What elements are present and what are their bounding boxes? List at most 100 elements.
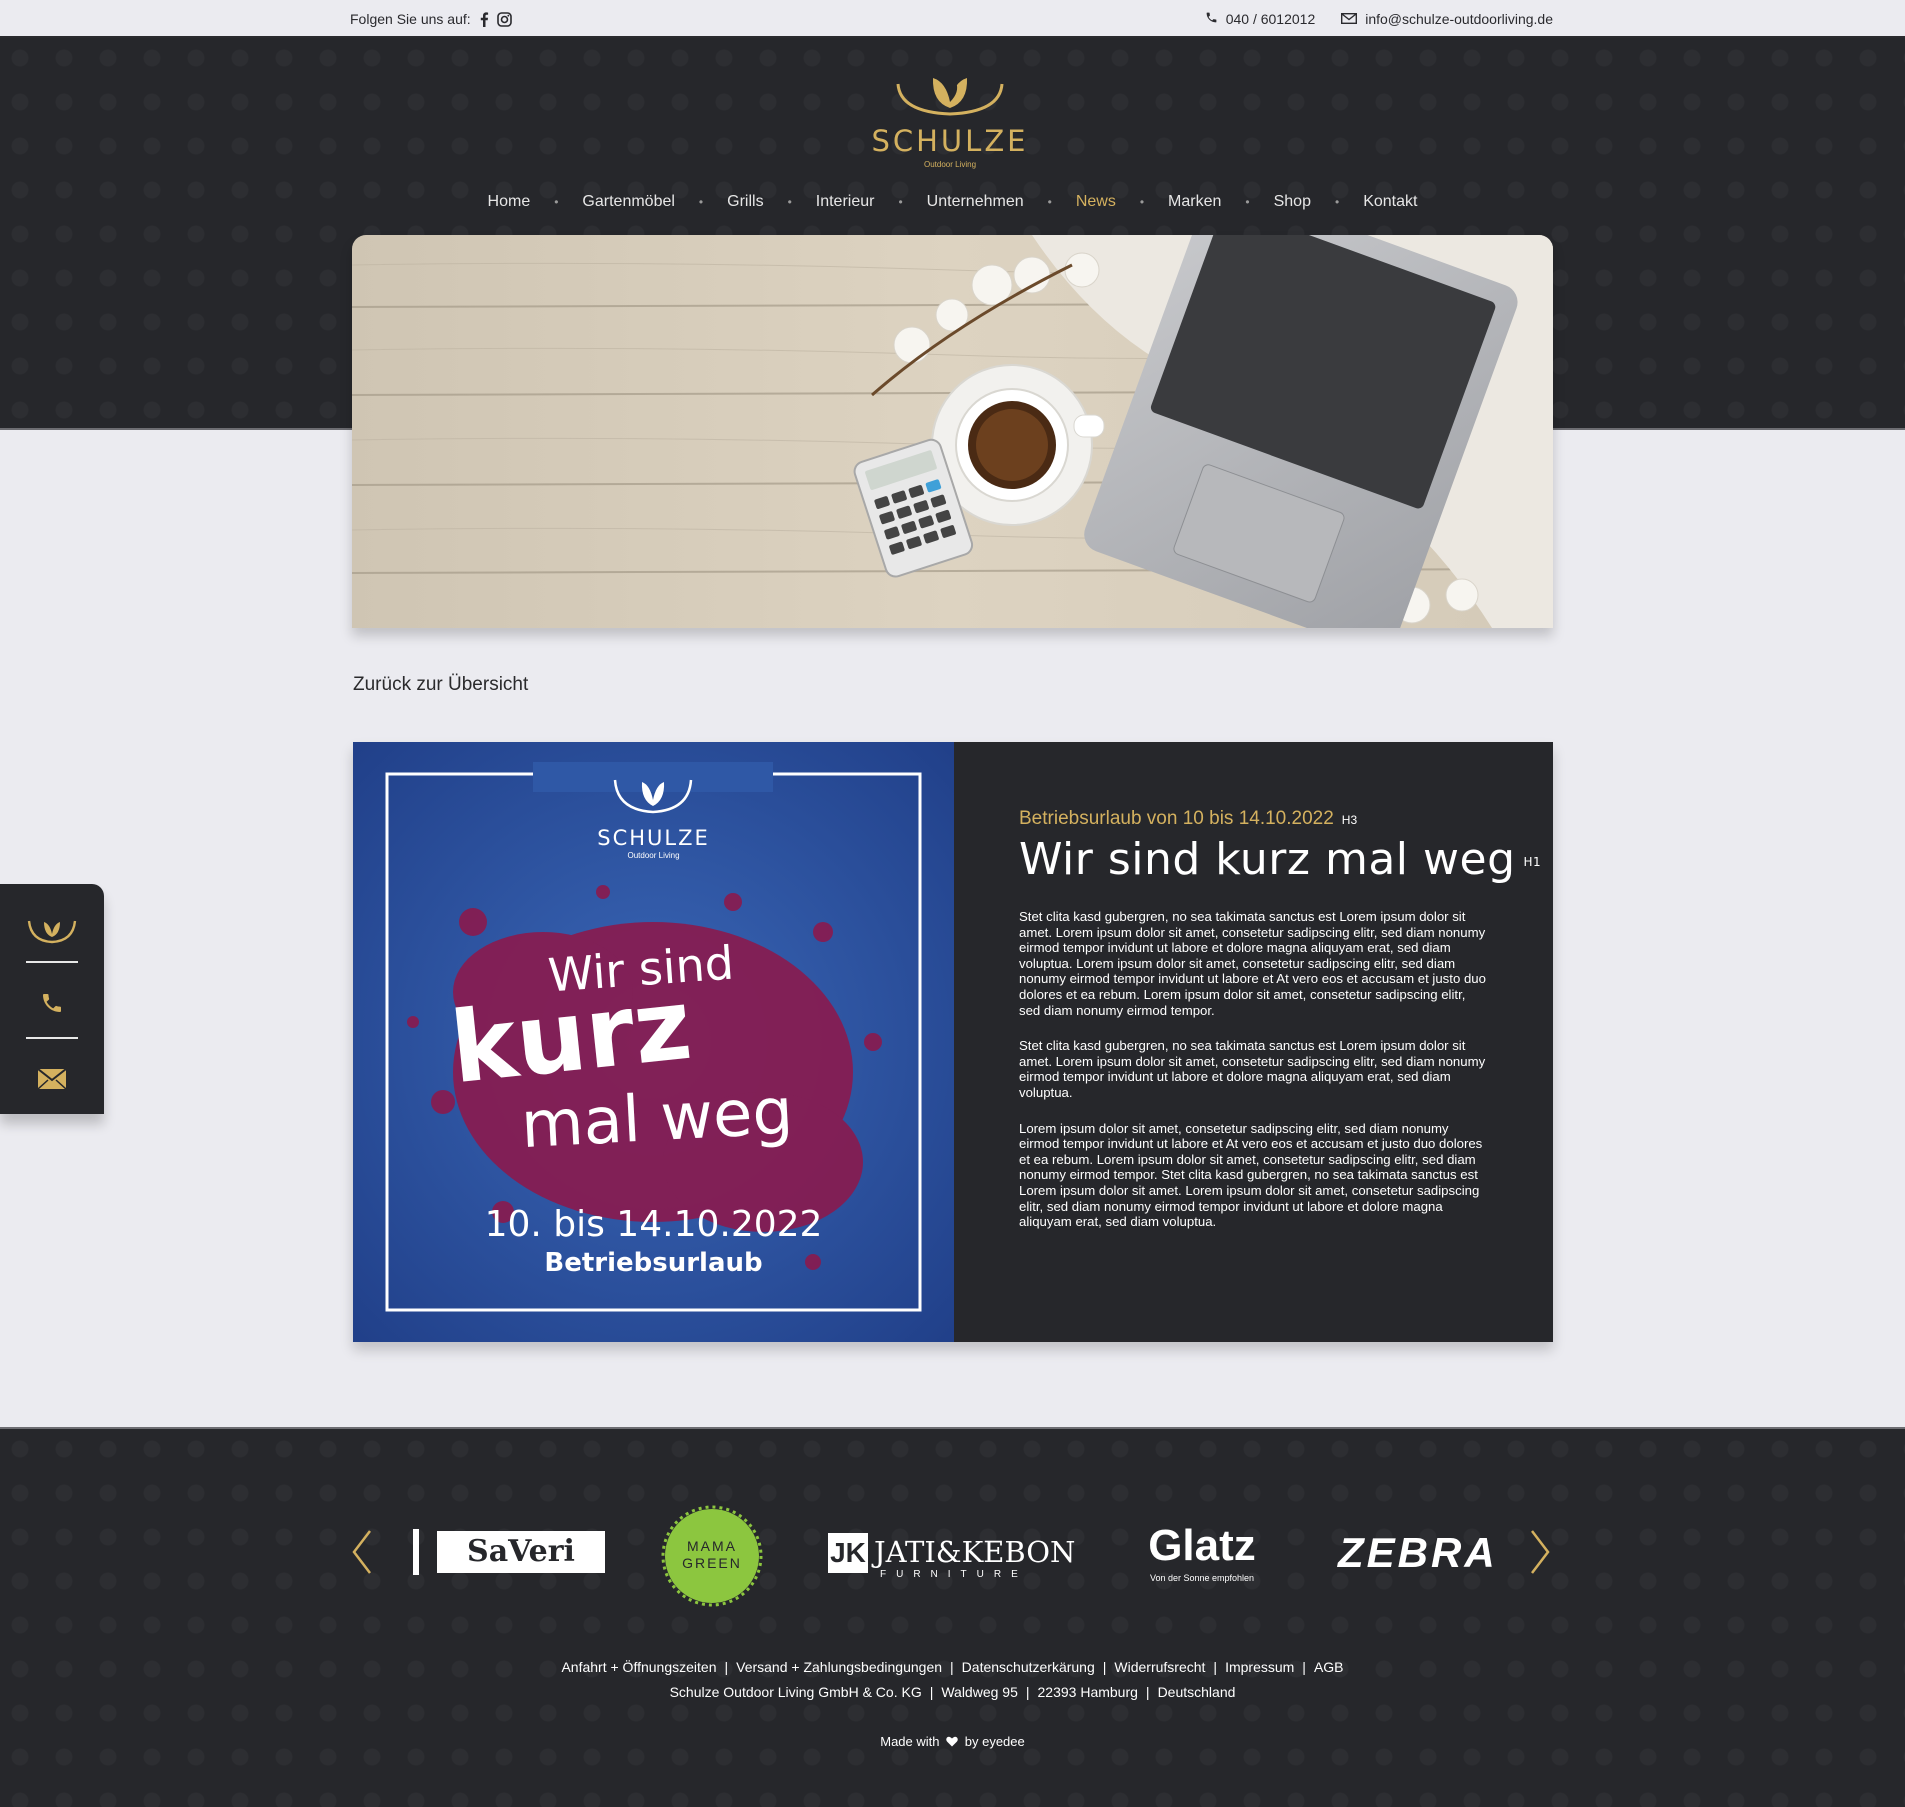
- article-subheading: Betriebsurlaub von 10 bis 14.10.2022: [1019, 808, 1334, 829]
- floating-contact-panel: [0, 884, 104, 1114]
- address-country: Deutschland: [1157, 1684, 1236, 1700]
- footer-separator: |: [1102, 1659, 1107, 1675]
- brand-logo-saveri[interactable]: SaVeri: [413, 1529, 605, 1575]
- nav-interieur[interactable]: Interieur: [808, 193, 883, 211]
- poster-subline: Outdoor Living: [627, 851, 680, 860]
- footer-separator: |: [929, 1684, 934, 1700]
- address-city: 22393 Hamburg: [1037, 1684, 1138, 1700]
- brand-logo-zebra[interactable]: ZEBRA: [1338, 1529, 1495, 1576]
- brand-logo-mama-green[interactable]: MAMA GREEN: [660, 1504, 764, 1608]
- footer-separator: |: [1025, 1684, 1030, 1700]
- mama-green-text: MAMA GREEN: [682, 1538, 742, 1571]
- top-phone[interactable]: 040 / 6012012: [1205, 11, 1316, 27]
- brand-logo-glatz[interactable]: Glatz Von der Sonne empfohlen: [1130, 1521, 1274, 1585]
- glatz-slogan: Von der Sonne empfohlen: [1149, 1573, 1255, 1583]
- brand-logo-jati-kebon[interactable]: JK JATI&KEBON FURNITURE: [828, 1533, 1075, 1583]
- panel-phone-button[interactable]: [26, 978, 78, 1028]
- nav-home[interactable]: Home: [480, 193, 539, 211]
- phone-icon: [43, 994, 61, 1012]
- nav-separator: •: [698, 195, 704, 209]
- saveri-bar: [413, 1529, 419, 1575]
- phone-number: 040 / 6012012: [1225, 11, 1316, 27]
- email-address: info@schulze-outdoorliving.de: [1365, 11, 1553, 27]
- h1-tag: H1: [1523, 855, 1542, 869]
- footer-separator: |: [724, 1659, 729, 1675]
- nav-news[interactable]: News: [1068, 193, 1124, 211]
- top-bar: Folgen Sie uns auf: 040 / 6012012 info@s…: [0, 0, 1905, 38]
- footer-link-agb[interactable]: AGB: [1314, 1659, 1344, 1675]
- back-to-overview-link[interactable]: Zurück zur Übersicht: [353, 674, 528, 696]
- article-heading: Wir sind kurz mal weg H1: [1019, 834, 1541, 885]
- heart-icon: [946, 1736, 958, 1747]
- h3-tag: H3: [1341, 813, 1358, 827]
- social-links: Folgen Sie uns auf:: [350, 11, 512, 27]
- article-paragraph-3: Lorem ipsum dolor sit amet, consetetur s…: [1019, 1120, 1483, 1230]
- nav-kontakt[interactable]: Kontakt: [1355, 193, 1425, 211]
- poster-brand: SCHULZE: [597, 826, 710, 850]
- address-street: Waldweg 95: [941, 1684, 1018, 1700]
- leaf-logo-icon: [896, 78, 1004, 116]
- footer-link-datenschutz[interactable]: Datenschutzerkärung: [962, 1659, 1095, 1675]
- panel-divider: [26, 1037, 78, 1039]
- article-h3-row: Betriebsurlaub von 10 bis 14.10.2022 H3: [1019, 808, 1489, 830]
- nav-separator: •: [554, 195, 559, 209]
- news-article: SCHULZE Outdoor Living Wir sind kurz mal…: [353, 742, 1553, 1342]
- panel-logo-button[interactable]: [26, 902, 78, 952]
- footer-separator: |: [950, 1659, 954, 1675]
- saveri-text: SaVeri: [437, 1531, 605, 1573]
- nav-separator: •: [1139, 195, 1145, 209]
- facebook-icon[interactable]: [479, 11, 489, 27]
- mail-icon: [38, 1069, 66, 1089]
- top-email[interactable]: info@schulze-outdoorliving.de: [1341, 11, 1553, 27]
- chevron-right-icon[interactable]: [1528, 1529, 1552, 1575]
- follow-label: Folgen Sie uns auf:: [350, 11, 471, 27]
- panel-divider: [26, 961, 78, 963]
- poster-caption: Betriebsurlaub: [544, 1248, 763, 1278]
- instagram-icon[interactable]: [496, 11, 512, 27]
- nav-separator: •: [1047, 195, 1052, 209]
- footer-link-widerruf[interactable]: Widerrufsrecht: [1114, 1659, 1205, 1675]
- logo-subline: Outdoor Living: [923, 160, 977, 169]
- site-logo[interactable]: SCHULZE Outdoor Living: [870, 62, 1030, 172]
- poster-dates: 10. bis 14.10.2022: [484, 1204, 823, 1245]
- poster-line3: mal weg: [519, 1074, 795, 1164]
- nav-separator: •: [787, 195, 792, 209]
- nav-marken[interactable]: Marken: [1160, 193, 1229, 211]
- article-title: Wir sind kurz mal weg: [1019, 834, 1516, 885]
- hero-desk-illustration: [352, 235, 1553, 628]
- footer-separator: |: [1302, 1659, 1306, 1675]
- nav-separator: •: [1334, 195, 1340, 209]
- glatz-text: Glatz: [1148, 1521, 1256, 1570]
- footer-links: Anfahrt + Öffnungszeiten | Versand + Zahlu…: [0, 1659, 1905, 1675]
- panel-mail-button[interactable]: [26, 1054, 78, 1104]
- nav-unternehmen[interactable]: Unternehmen: [919, 193, 1032, 211]
- hero-image: [352, 235, 1553, 628]
- article-paragraph-1: Stet clita kasd gubergren, no sea takima…: [1019, 909, 1486, 1018]
- article-paragraph-2: Stet clita kasd gubergren, no sea takima…: [1019, 1038, 1486, 1100]
- leaf-logo-icon: [27, 920, 77, 944]
- made-prefix: Made with: [880, 1734, 940, 1749]
- jati-kebon-text: JATI&KEBON: [874, 1535, 1076, 1569]
- footer-separator: |: [1213, 1659, 1218, 1675]
- jati-kebon-sub: FURNITURE: [880, 1569, 1028, 1580]
- address-company: Schulze Outdoor Living GmbH & Co. KG: [669, 1684, 922, 1700]
- made-with-credit[interactable]: Made with by eyedee: [0, 1734, 1905, 1749]
- footer-link-impressum[interactable]: Impressum: [1225, 1659, 1294, 1675]
- logo-brand: SCHULZE: [871, 124, 1029, 158]
- nav-grills[interactable]: Grills: [719, 193, 771, 211]
- article-text: Betriebsurlaub von 10 bis 14.10.2022 H3 W…: [1019, 808, 1541, 1230]
- phone-icon: [1205, 11, 1218, 27]
- footer-address: Schulze Outdoor Living GmbH & Co. KG | Wal…: [0, 1684, 1905, 1700]
- nav-shop[interactable]: Shop: [1266, 193, 1319, 211]
- article-poster-image: SCHULZE Outdoor Living Wir sind kurz mal…: [353, 742, 954, 1342]
- footer-link-versand[interactable]: Versand + Zahlungsbedingungen: [736, 1659, 942, 1675]
- footer-link-anfahrt[interactable]: Anfahrt + Öffnungszeiten: [561, 1659, 716, 1675]
- top-contact: 040 / 6012012 info@schulze-outdoorliving…: [1179, 11, 1553, 27]
- zebra-text: ZEBRA: [1338, 1529, 1498, 1576]
- made-suffix: by eyedee: [964, 1734, 1025, 1749]
- jati-kebon-mark: JK: [828, 1533, 868, 1573]
- nav-gartenmoebel[interactable]: Gartenmöbel: [574, 193, 683, 211]
- nav-separator: •: [898, 195, 903, 209]
- chevron-left-icon[interactable]: [350, 1529, 374, 1575]
- mail-icon: [1341, 11, 1358, 27]
